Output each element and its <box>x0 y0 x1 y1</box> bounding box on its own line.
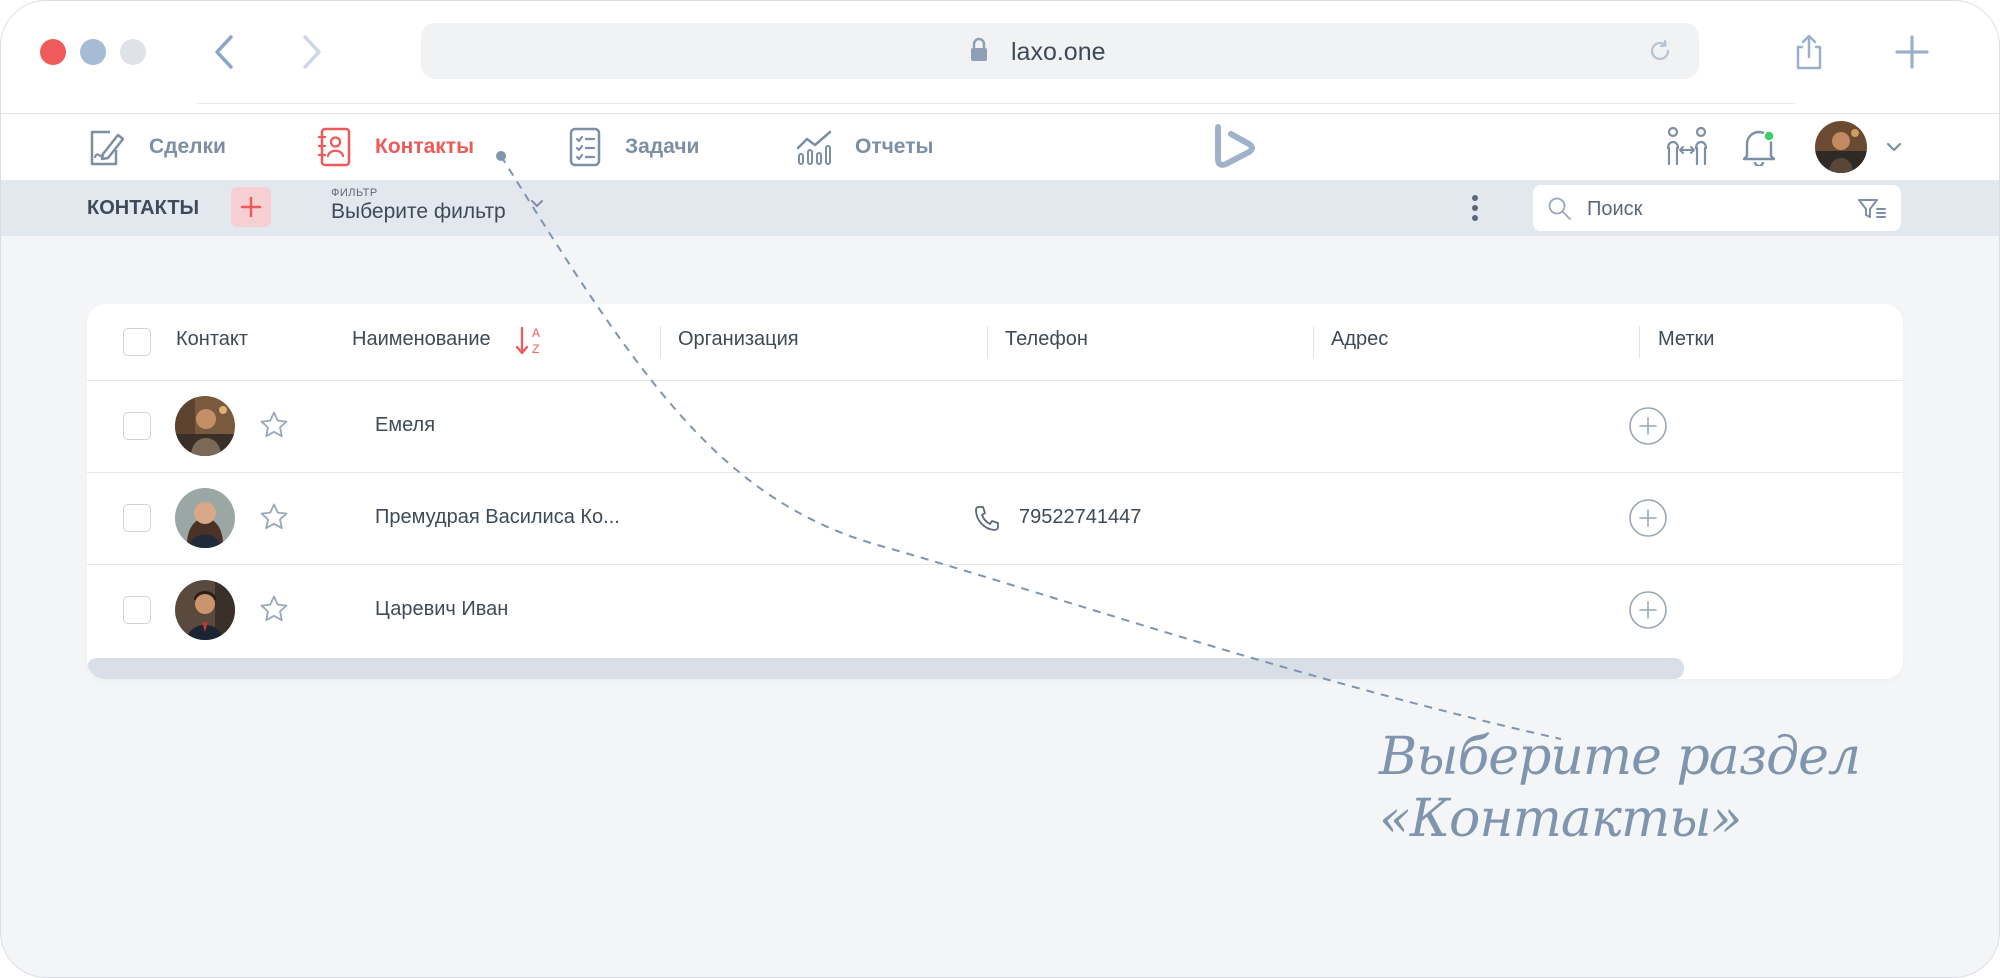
annotation-line: «Контакты» <box>1379 789 1742 849</box>
annotation-caption: Выберите раздел «Контакты» <box>1379 726 1861 850</box>
annotation-line: Выберите раздел <box>1379 727 1861 787</box>
browser-window: laxo.one Сделки Контакты Задачи Отчеты К… <box>0 0 2000 978</box>
